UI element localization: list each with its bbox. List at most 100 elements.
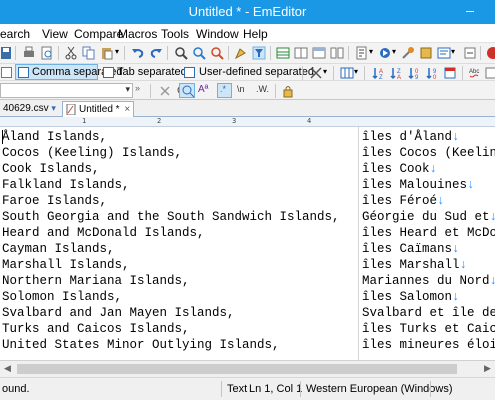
- tools-icon[interactable]: [401, 46, 415, 60]
- minimize-button[interactable]: –: [455, 3, 485, 21]
- cut-icon[interactable]: [64, 46, 78, 60]
- toolbar-separator: [167, 46, 168, 60]
- editor-line-right-text: îles Féroé: [362, 194, 438, 208]
- sort-date-icon[interactable]: [443, 66, 457, 80]
- editor-line-right-text: îles d'Åland: [362, 130, 453, 144]
- editor-line-right-text: îles Turks et Caic: [362, 322, 495, 336]
- copy-icon[interactable]: [82, 46, 96, 60]
- status-mode[interactable]: Text: [227, 383, 247, 395]
- line-break-marker: ↓: [489, 274, 495, 288]
- redo-icon[interactable]: [149, 46, 163, 60]
- find-icon[interactable]: [174, 46, 188, 60]
- separator-options-icon[interactable]: [309, 66, 323, 80]
- menu-search[interactable]: earch: [0, 27, 30, 41]
- undo-icon[interactable]: [131, 46, 145, 60]
- stop-icon[interactable]: [486, 46, 495, 60]
- match-case-button[interactable]: Aª: [198, 84, 208, 95]
- find-combo[interactable]: ▾: [0, 83, 133, 98]
- plugin-icon[interactable]: [419, 46, 433, 60]
- find-previous-icon[interactable]: [210, 46, 224, 60]
- toolbar-separator: [302, 66, 303, 80]
- menu-tools[interactable]: Tools: [161, 27, 189, 41]
- run-macro-dropdown-icon[interactable]: ▾: [392, 47, 396, 56]
- svg-text:Z: Z: [379, 75, 383, 80]
- lock-icon[interactable]: [281, 84, 295, 98]
- columns-icon[interactable]: [340, 66, 354, 80]
- escape-sequence-button[interactable]: \n: [237, 84, 245, 94]
- toolbar-separator: [275, 84, 276, 98]
- paste-icon[interactable]: [100, 46, 114, 60]
- highlight-icon[interactable]: [234, 46, 248, 60]
- print-preview-icon[interactable]: [40, 46, 54, 60]
- status-position[interactable]: Ln 1, Col 1: [249, 383, 302, 395]
- tab-csv-file[interactable]: 40629.csv ▾: [0, 101, 59, 117]
- scroll-thumb[interactable]: [17, 364, 457, 374]
- editor-line-right: îles d'Åland↓: [362, 129, 460, 145]
- text-editor[interactable]: Åland Islands, îles d'Åland↓ Cocos (Keelin…: [0, 127, 495, 360]
- menu-view[interactable]: View: [42, 27, 68, 41]
- sort-numeric-ascending-icon[interactable]: 09: [407, 66, 421, 80]
- tab-untitled[interactable]: Untitled * ×: [62, 101, 135, 117]
- scroll-right-icon[interactable]: ▶: [484, 363, 491, 374]
- editor-line-right-text: îles Cook: [362, 162, 430, 176]
- scroll-left-icon[interactable]: ◀: [4, 363, 11, 374]
- tab-separated-button[interactable]: Tab separated: [117, 66, 187, 78]
- editor-line-left: United States Minor Outlying Islands,: [2, 338, 280, 352]
- editor-line-right-text: îles Marshall: [362, 258, 460, 272]
- sort-ascending-icon[interactable]: AZ: [371, 66, 385, 80]
- toolbar-separator: [348, 46, 349, 60]
- editor-line-left: Faroe Islands,: [2, 194, 108, 208]
- compare-icon[interactable]: [330, 46, 344, 60]
- editor-line-left: Cook Islands,: [2, 162, 100, 176]
- find-combo-dropdown-icon[interactable]: ▾: [125, 84, 130, 95]
- table-icon: [18, 67, 29, 78]
- search-filter-icon[interactable]: [252, 46, 266, 60]
- more-chevron-icon[interactable]: »: [135, 83, 140, 93]
- sort-numeric-descending-icon[interactable]: 90: [425, 66, 439, 80]
- columns-dropdown-icon[interactable]: ▾: [354, 67, 358, 76]
- find-next-icon[interactable]: [192, 46, 206, 60]
- horizontal-scrollbar[interactable]: ◀ ▶: [0, 360, 495, 377]
- separator-options-dropdown-icon[interactable]: ▾: [323, 67, 327, 76]
- editor-line-right-text: îles Malouines: [362, 178, 468, 192]
- menu-macros[interactable]: Macros: [118, 27, 157, 41]
- ruler-mark: 3: [232, 117, 237, 125]
- outline-icon[interactable]: [437, 46, 451, 60]
- split-divider[interactable]: [358, 127, 359, 360]
- clear-search-icon[interactable]: [158, 84, 172, 98]
- csv-view-icon[interactable]: [276, 46, 290, 60]
- menu-window[interactable]: Window: [196, 27, 239, 41]
- menu-bar: earch View Compare Macros Tools Window H…: [0, 24, 495, 43]
- outline-dropdown-icon[interactable]: ▾: [451, 47, 455, 56]
- format-icon[interactable]: [485, 66, 495, 80]
- editor-line-right: îles Salomon↓: [362, 289, 460, 305]
- paste-dropdown-icon[interactable]: ▾: [115, 47, 119, 56]
- save-icon[interactable]: [0, 46, 14, 60]
- split-view-icon[interactable]: [294, 46, 308, 60]
- normal-mode-icon[interactable]: [1, 67, 12, 78]
- regex-button[interactable]: .*: [217, 83, 232, 98]
- toolbar-separator: [270, 46, 271, 60]
- tab-label: 40629.csv: [3, 103, 49, 114]
- editor-line-right: îles Caïmans↓: [362, 241, 460, 257]
- macro-icon[interactable]: [355, 46, 369, 60]
- editor-line-right: îles Cook↓: [362, 161, 437, 177]
- document-tabs: 40629.csv ▾ Untitled * ×: [0, 100, 495, 117]
- macro-dropdown-icon[interactable]: ▾: [369, 47, 373, 56]
- whole-word-button[interactable]: .W.: [256, 84, 269, 94]
- spell-check-icon[interactable]: Abc: [468, 66, 482, 80]
- find-in-toolbar-icon: [182, 85, 195, 98]
- print-icon[interactable]: [22, 46, 36, 60]
- comma-separated-button[interactable]: Comma separated: [15, 64, 123, 80]
- status-bar: ound. Text Ln 1, Col 1 Western European …: [0, 377, 495, 400]
- customize-icon[interactable]: [463, 46, 477, 60]
- window-icon[interactable]: [312, 46, 326, 60]
- menu-help[interactable]: Help: [243, 27, 268, 41]
- menu-compare[interactable]: Compare: [74, 27, 123, 41]
- run-macro-icon[interactable]: [378, 46, 392, 60]
- sort-descending-icon[interactable]: ZA: [389, 66, 403, 80]
- tab-close-icon[interactable]: ×: [124, 104, 130, 115]
- toolbar-separator: [228, 46, 229, 60]
- user-defined-separated-button[interactable]: User-defined separated: [199, 66, 314, 78]
- svg-text:0: 0: [433, 75, 437, 80]
